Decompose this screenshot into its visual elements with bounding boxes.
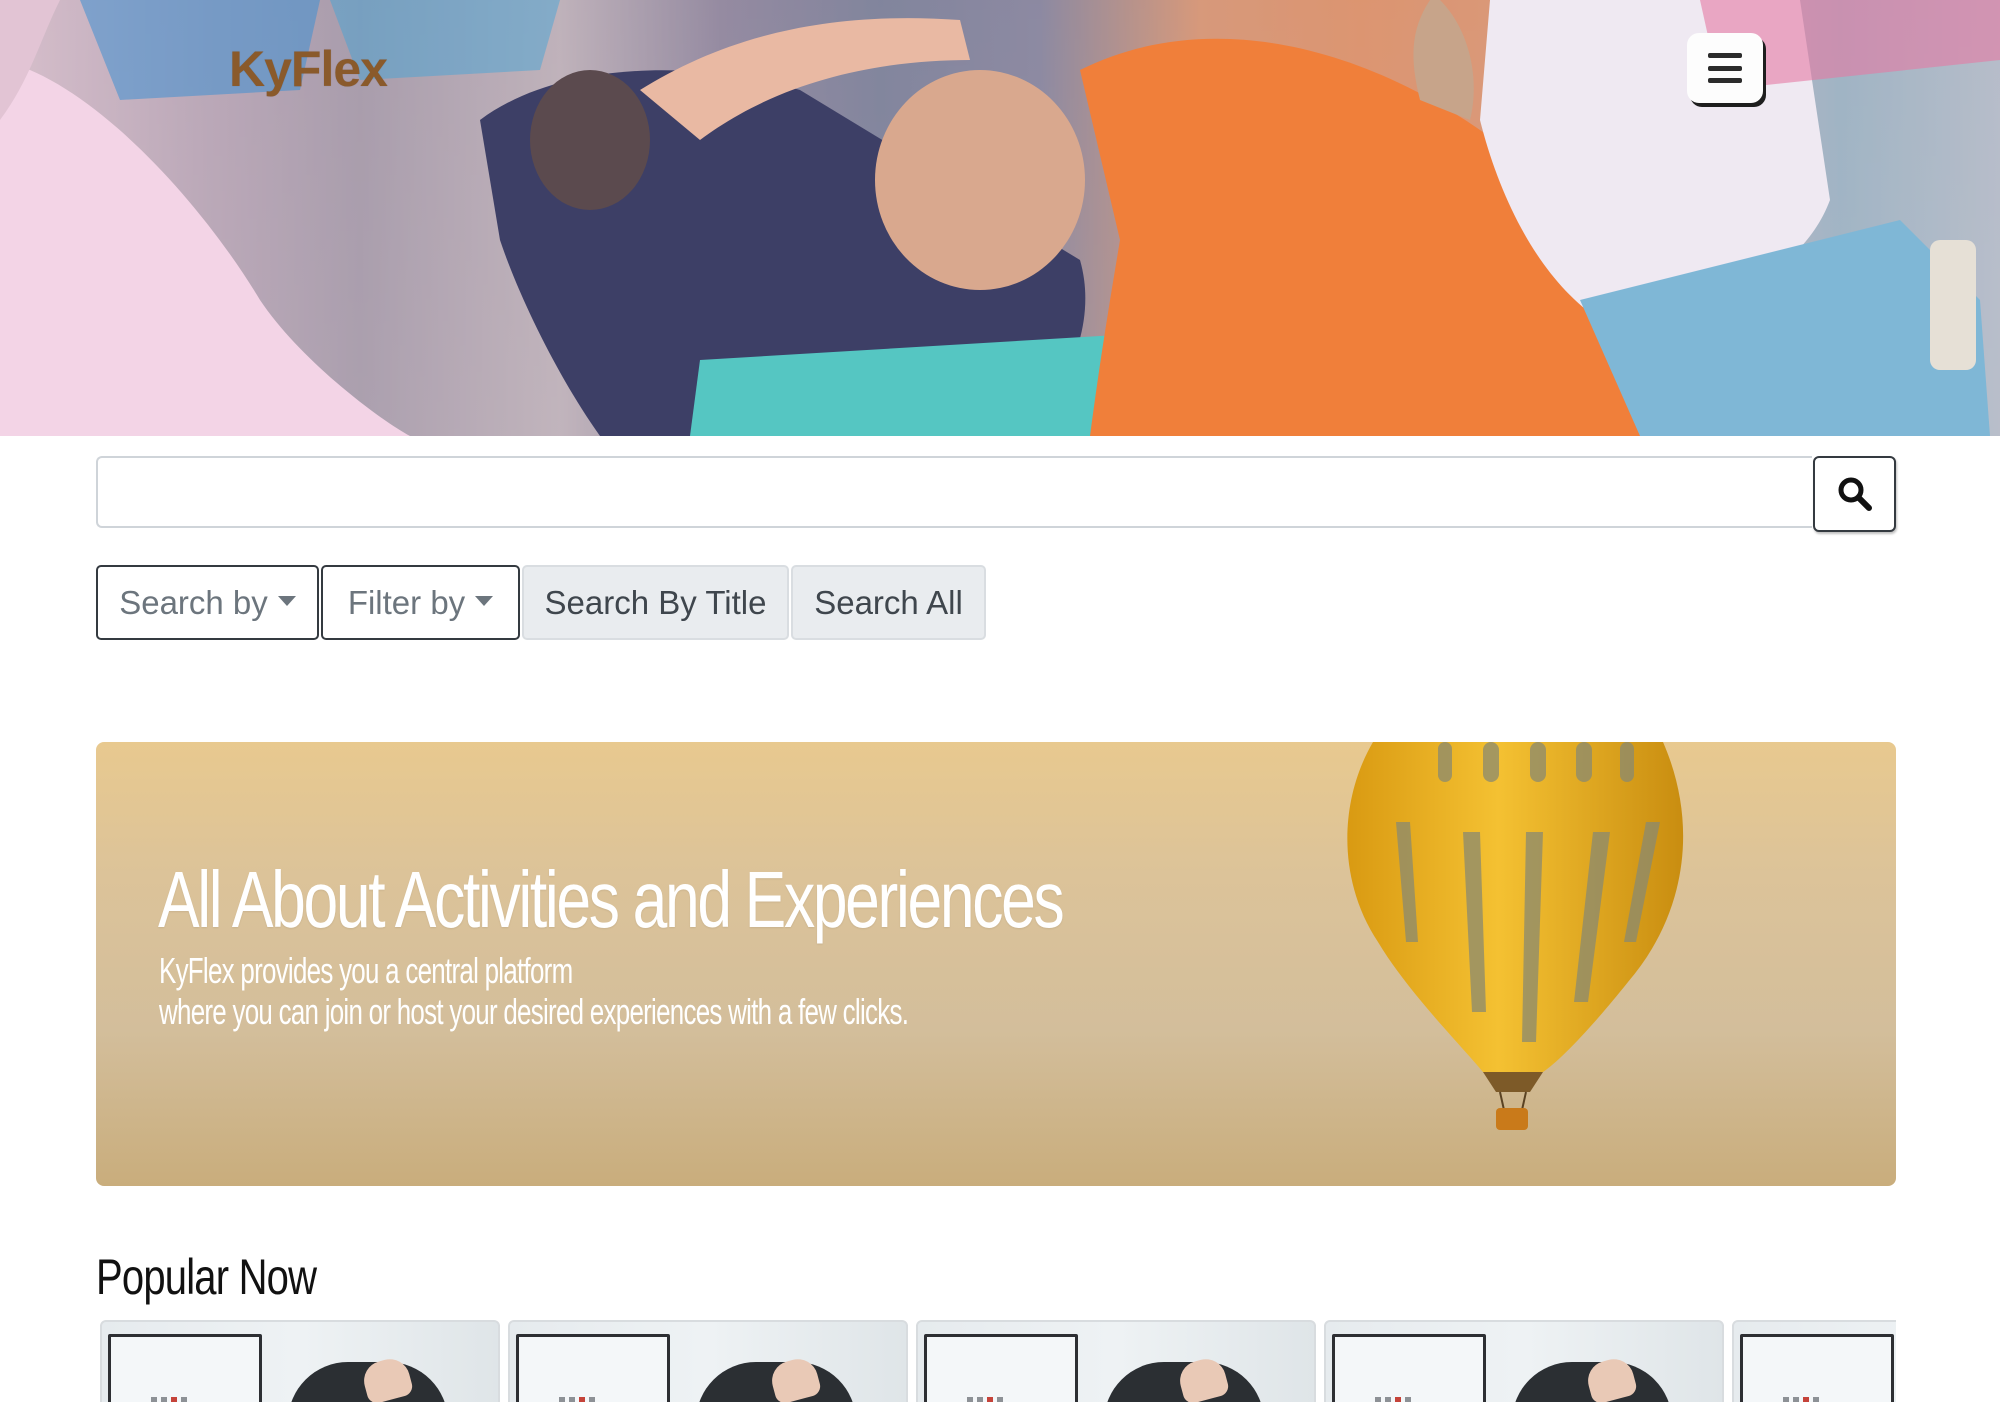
chevron-down-icon	[475, 595, 494, 606]
site-logo[interactable]: KyFlex	[229, 40, 388, 98]
search-all-button[interactable]: Search All	[791, 565, 986, 640]
hamburger-menu-icon	[1708, 53, 1742, 83]
card-image	[924, 1334, 1078, 1402]
banner-title: All About Activities and Experiences	[158, 855, 1065, 944]
popular-cards-row	[96, 1320, 1896, 1402]
experience-card[interactable]	[916, 1320, 1316, 1402]
hero-banner-image: KyFlex	[0, 0, 2000, 436]
card-image	[1332, 1334, 1486, 1402]
hot-air-balloon-image	[1347, 742, 1684, 1130]
banner-subtitle-line-1: KyFlex provides you a central platform	[159, 950, 573, 991]
search-by-dropdown[interactable]: Search by	[96, 565, 319, 640]
popular-now-heading: Popular Now	[96, 1249, 317, 1305]
experience-card[interactable]	[100, 1320, 500, 1402]
search-button[interactable]	[1813, 456, 1896, 532]
hamburger-menu-button[interactable]	[1687, 33, 1763, 103]
experience-card[interactable]	[508, 1320, 908, 1402]
experience-card[interactable]	[1324, 1320, 1724, 1402]
experience-card[interactable]	[1732, 1320, 1896, 1402]
card-image	[108, 1334, 262, 1402]
search-by-title-button[interactable]: Search By Title	[522, 565, 789, 640]
filter-by-dropdown[interactable]: Filter by	[321, 565, 520, 640]
search-icon	[1838, 477, 1872, 511]
promo-banner: All About Activities and Experiences KyF…	[96, 742, 1896, 1186]
banner-subtitle: KyFlex provides you a central platform w…	[159, 950, 909, 1032]
banner-subtitle-line-2: where you can join or host your desired …	[159, 991, 909, 1032]
card-image	[1740, 1334, 1894, 1402]
card-image	[516, 1334, 670, 1402]
chevron-down-icon	[277, 595, 296, 606]
filter-by-label: Filter by	[347, 583, 466, 621]
search-by-label: Search by	[119, 583, 268, 621]
search-input[interactable]	[96, 456, 1812, 528]
